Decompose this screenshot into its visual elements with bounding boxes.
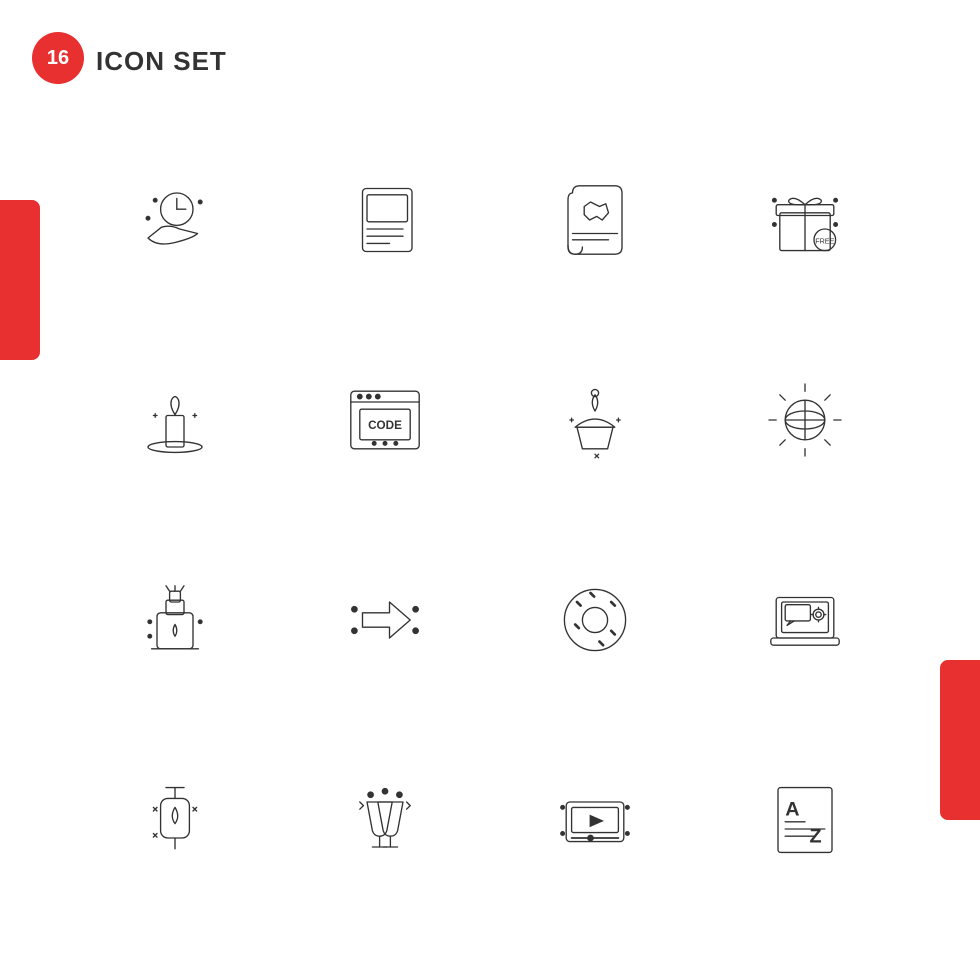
svg-text:FREE: FREE	[815, 236, 834, 245]
svg-text:CODE: CODE	[368, 419, 402, 432]
page-title: ICON SET	[96, 46, 227, 77]
document-list-icon	[290, 130, 480, 310]
candle-icon	[80, 330, 270, 510]
time-hand-icon	[80, 130, 270, 310]
decorative-right	[940, 660, 980, 820]
globe-sun-icon	[710, 330, 900, 510]
drinks-toast-icon	[290, 730, 480, 910]
icon-grid: FREE	[80, 130, 900, 910]
oil-dispenser-icon	[80, 530, 270, 710]
blood-bag-icon	[80, 730, 270, 910]
svg-text:A: A	[785, 799, 799, 821]
arrow-right-icon	[290, 530, 480, 710]
alphabet-icon: A Z	[710, 730, 900, 910]
map-scroll-icon	[500, 130, 690, 310]
laptop-settings-icon	[710, 530, 900, 710]
video-player-icon	[500, 730, 690, 910]
icon-count-badge: 16	[32, 32, 84, 84]
cupcake-icon	[500, 330, 690, 510]
donut-icon	[500, 530, 690, 710]
code-browser-icon: CODE	[290, 330, 480, 510]
decorative-left	[0, 200, 40, 360]
gift-free-icon: FREE	[710, 130, 900, 310]
